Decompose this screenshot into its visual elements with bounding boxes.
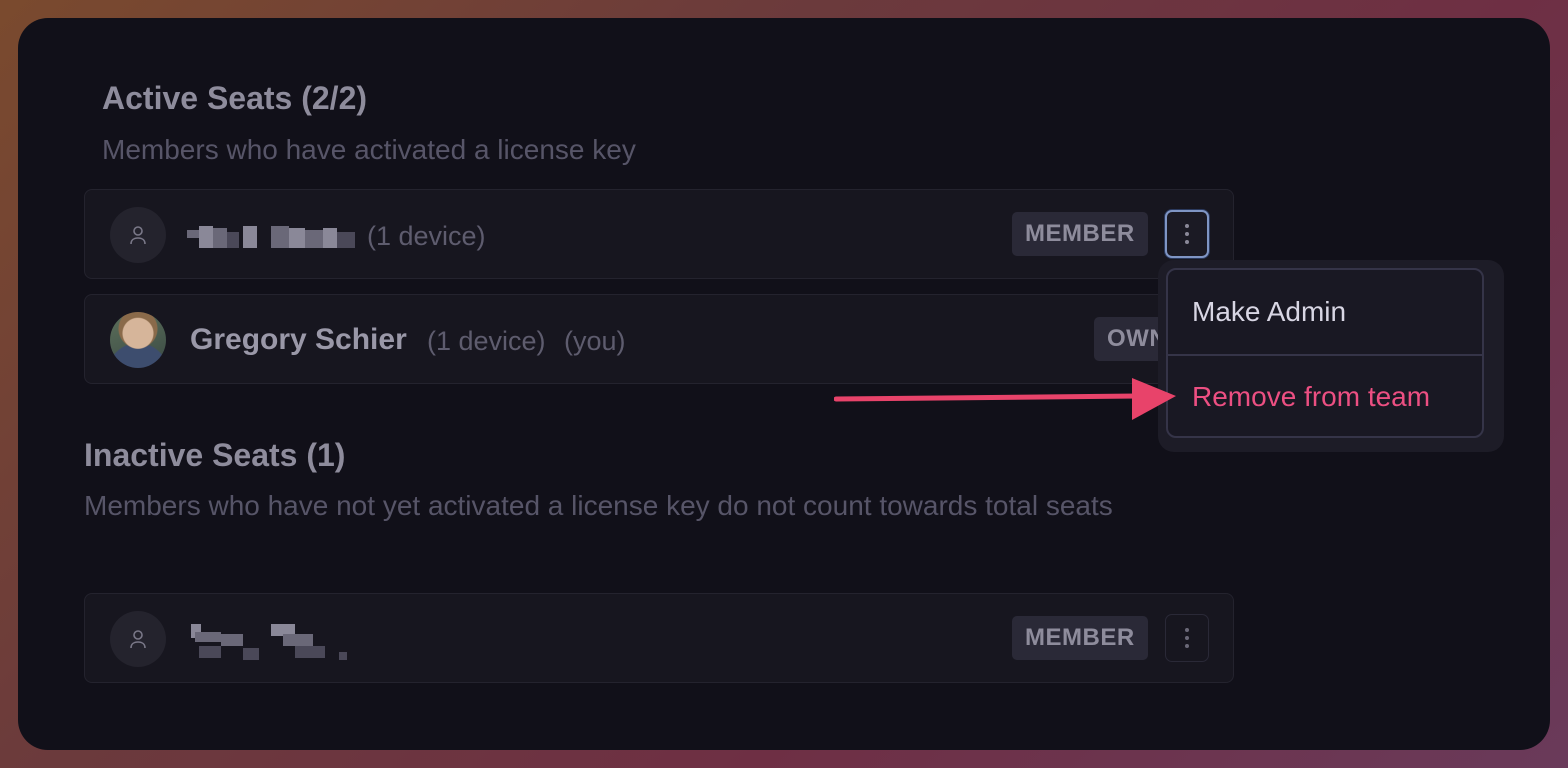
more-options-button[interactable] (1165, 210, 1209, 258)
user-icon (110, 207, 166, 263)
avatar (110, 312, 166, 368)
menu-divider (1168, 354, 1482, 356)
redacted-name (191, 624, 351, 660)
inactive-seats-title: Inactive Seats (1) (84, 437, 346, 473)
seat-row: Gregory Schier (1 device) (you) OWNER (84, 294, 1234, 384)
annotation-arrow-icon (834, 378, 1176, 420)
dropdown-menu: Make Admin Remove from team (1166, 268, 1484, 438)
redacted-name (187, 226, 357, 248)
you-label: (you) (564, 326, 626, 356)
device-count: (1 device) (427, 326, 546, 356)
role-badge: MEMBER (1012, 616, 1148, 660)
kebab-icon (1185, 224, 1189, 244)
active-seats-title: Active Seats (2/2) (102, 80, 368, 116)
seat-row: (1 device) MEMBER (84, 189, 1234, 279)
member-actions-dropdown: Make Admin Remove from team (1158, 260, 1504, 452)
device-count: (1 device) (367, 221, 486, 251)
seat-row: MEMBER (84, 593, 1234, 683)
active-seats-description: Members who have activated a license key (102, 134, 636, 165)
kebab-icon (1185, 628, 1189, 648)
user-icon (110, 611, 166, 667)
member-name: Gregory Schier (190, 323, 407, 356)
more-options-button[interactable] (1165, 614, 1209, 662)
role-badge: MEMBER (1012, 212, 1148, 256)
role-badge: OWNER (1094, 317, 1165, 361)
make-admin-menu-item[interactable]: Make Admin (1192, 296, 1346, 328)
inactive-seats-description: Members who have not yet activated a lic… (84, 490, 1113, 521)
remove-from-team-menu-item[interactable]: Remove from team (1192, 381, 1430, 413)
